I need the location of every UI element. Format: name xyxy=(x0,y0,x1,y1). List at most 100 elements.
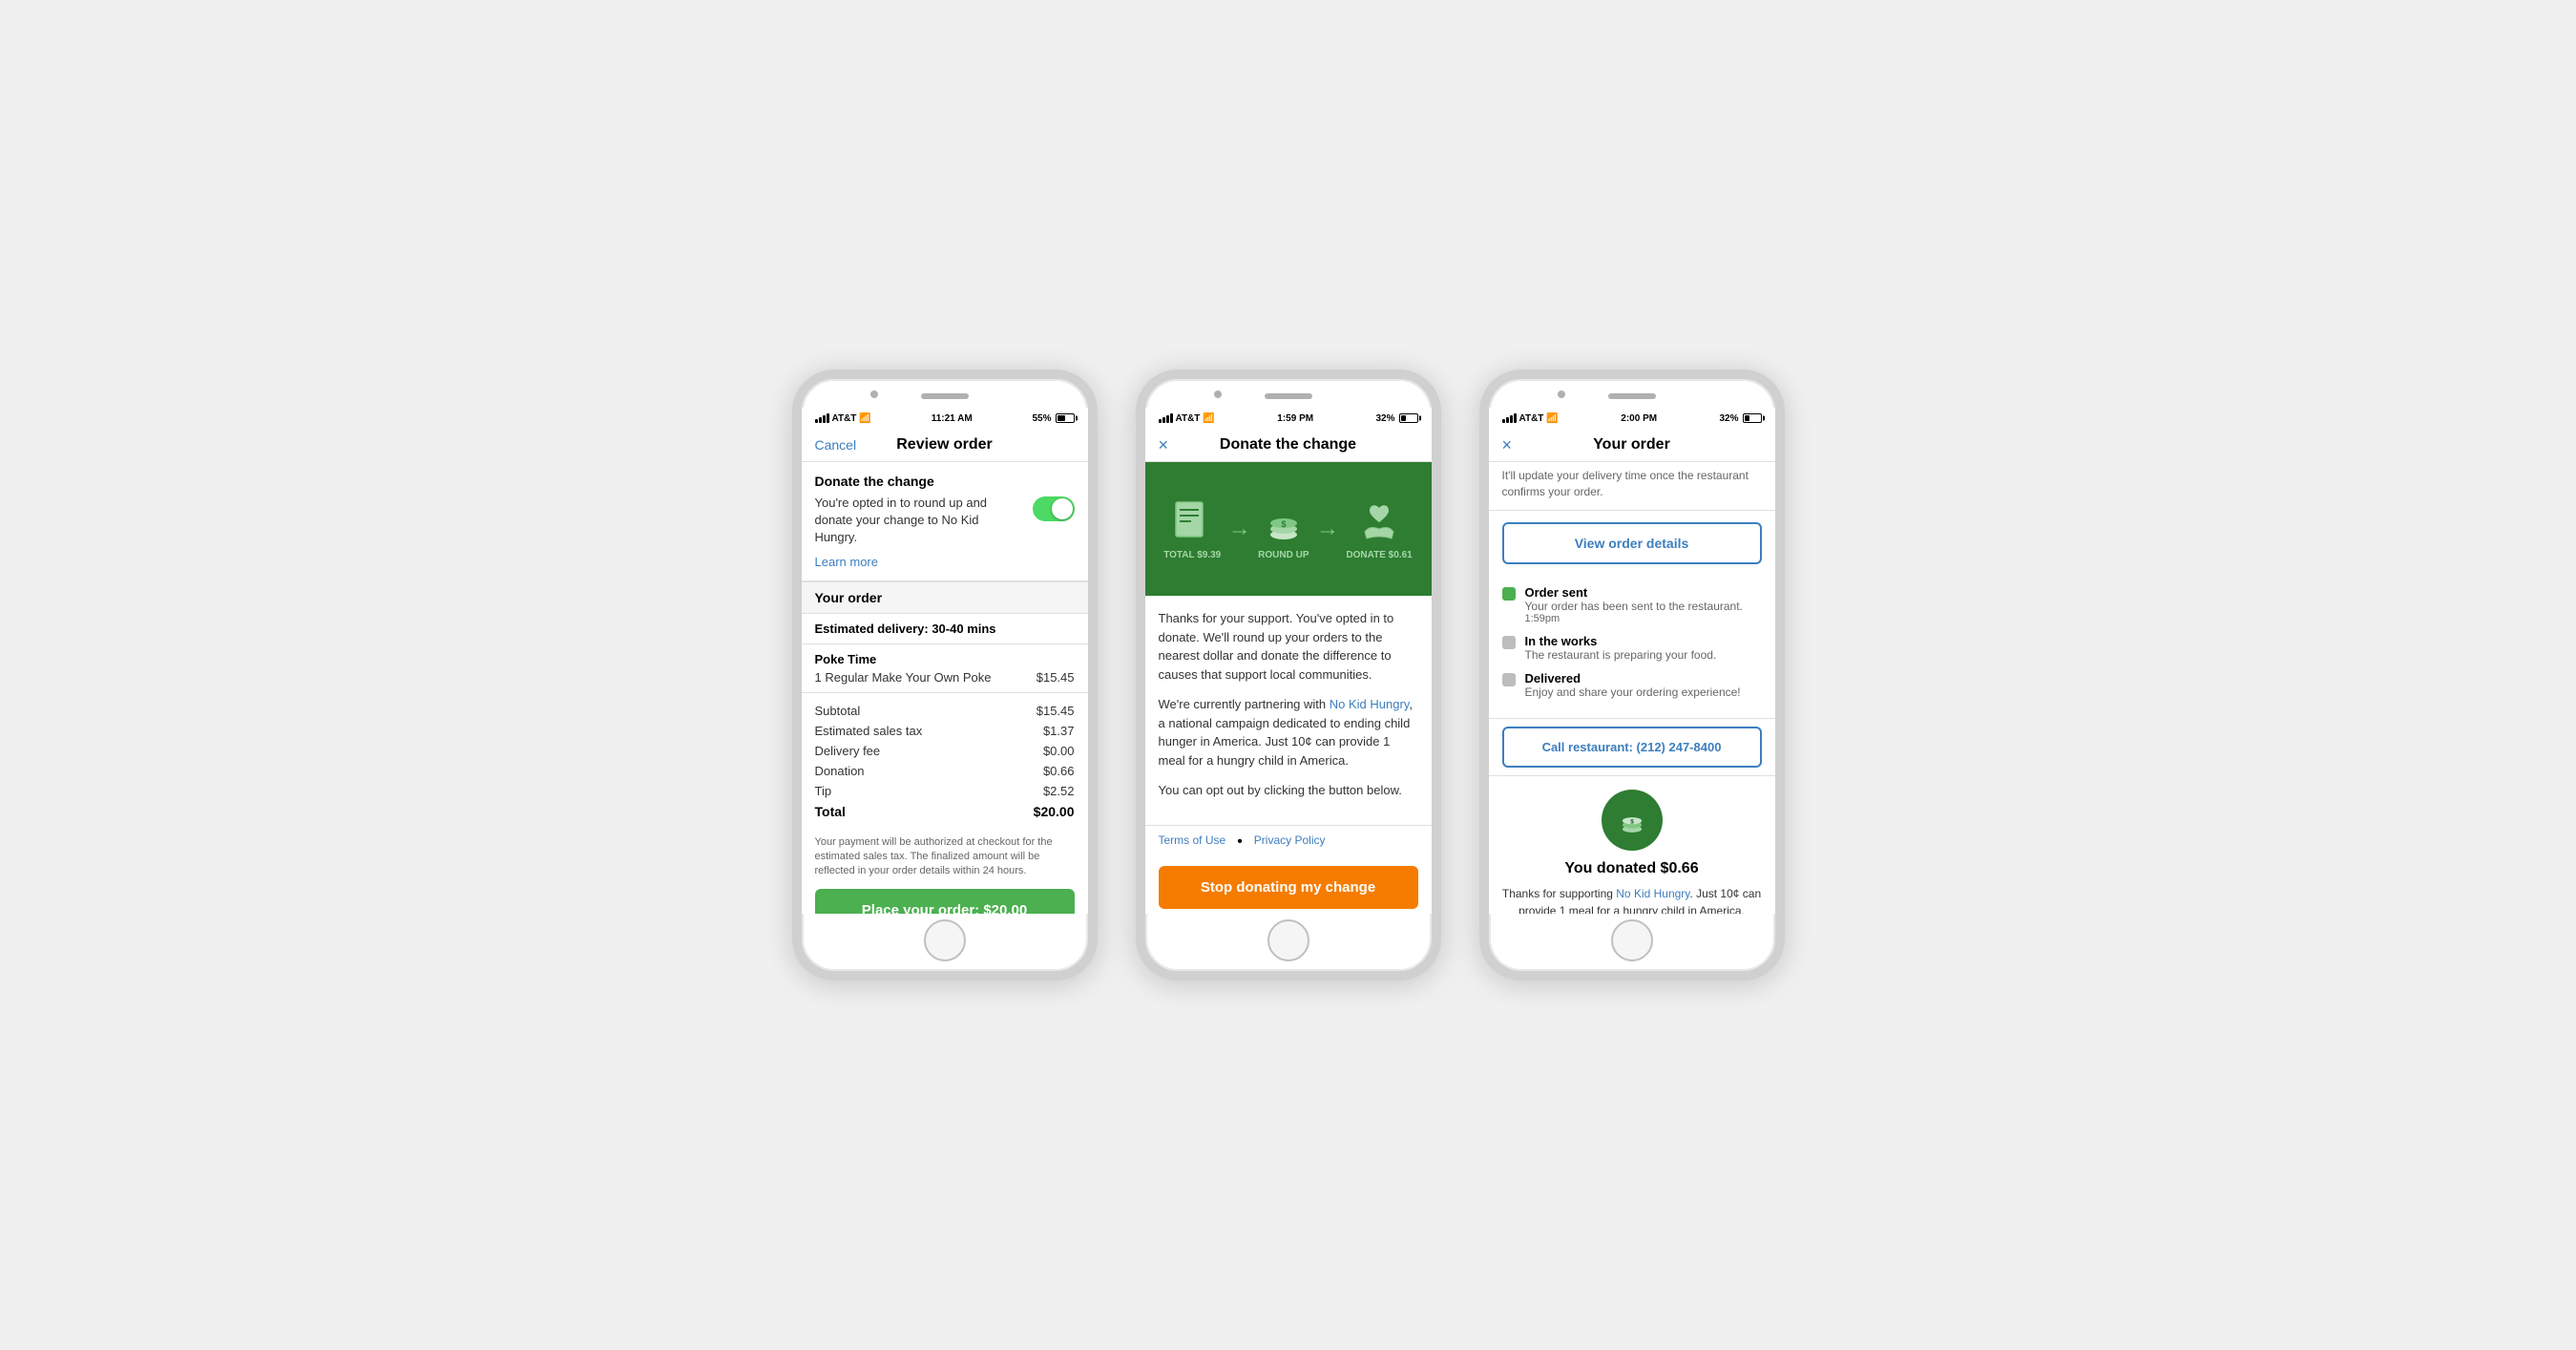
donate-change-section: Donate the change You're opted in to rou… xyxy=(802,462,1088,581)
status-section: Order sent Your order has been sent to t… xyxy=(1489,576,1775,719)
donate-change-title: Donate the change xyxy=(815,474,1075,489)
privacy-policy-link[interactable]: Privacy Policy xyxy=(1254,833,1326,851)
order-item-price: $15.45 xyxy=(1037,670,1075,685)
delivery-value: $0.00 xyxy=(1043,744,1075,758)
screen-3: × Your order It'll update your delivery … xyxy=(1489,429,1775,914)
status-dot-inactive-2 xyxy=(1502,673,1516,686)
status-item-works: In the works The restaurant is preparing… xyxy=(1502,634,1762,662)
svg-text:$: $ xyxy=(1630,818,1634,825)
total-row-tax: Estimated sales tax $1.37 xyxy=(815,721,1075,741)
coin-icon-large: $ xyxy=(1602,790,1663,851)
arrow-icon-1: → xyxy=(1228,516,1251,542)
signal-bars-1 xyxy=(815,413,829,423)
donate-para-3: You can opt out by clicking the button b… xyxy=(1159,781,1418,800)
donation-section: $ You donated $0.66 Thanks for supportin… xyxy=(1489,775,1775,914)
subtotal-label: Subtotal xyxy=(815,704,861,718)
order-sent-desc: Your order has been sent to the restaura… xyxy=(1525,600,1743,613)
battery-pct-2: 32% xyxy=(1375,413,1394,424)
status-info-works: In the works The restaurant is preparing… xyxy=(1525,634,1717,662)
grand-total-label: Total xyxy=(815,804,846,819)
grand-total-value: $20.00 xyxy=(1034,804,1075,819)
phone-top-3 xyxy=(1489,379,1775,410)
total-row-tip: Tip $2.52 xyxy=(815,781,1075,801)
battery-icon-3 xyxy=(1743,413,1762,423)
time-3: 2:00 PM xyxy=(1621,413,1657,424)
phone-camera-3 xyxy=(1558,390,1565,398)
nav-title-2: Donate the change xyxy=(1220,436,1356,454)
status-info-delivered: Delivered Enjoy and share your ordering … xyxy=(1525,671,1741,699)
delivered-title: Delivered xyxy=(1525,671,1741,686)
wifi-icon-1: 📶 xyxy=(859,413,870,424)
cancel-button[interactable]: Cancel xyxy=(815,437,857,453)
phone-speaker-3 xyxy=(1608,393,1656,399)
close-button-2[interactable]: × xyxy=(1159,435,1169,455)
donate-toggle[interactable] xyxy=(1033,496,1075,521)
status-dot-container-3 xyxy=(1502,671,1516,699)
terms-of-use-link[interactable]: Terms of Use xyxy=(1159,833,1226,851)
status-right-3: 32% xyxy=(1719,413,1761,424)
screen-1: Cancel Review order Donate the change Yo… xyxy=(802,429,1088,914)
donate-change-desc: You're opted in to round up and donate y… xyxy=(815,495,1033,547)
nav-bar-1: Cancel Review order xyxy=(802,429,1088,462)
signal-bars-3 xyxy=(1502,413,1517,423)
phone-home-2[interactable] xyxy=(1267,919,1309,961)
total-icon: TOTAL $9.39 xyxy=(1163,498,1221,560)
no-kid-hungry-link-3[interactable]: No Kid Hungry xyxy=(1616,887,1689,900)
tax-label: Estimated sales tax xyxy=(815,724,923,738)
coins-icon: $ xyxy=(1260,498,1308,546)
status-info-sent: Order sent Your order has been sent to t… xyxy=(1525,585,1743,624)
battery-pct-1: 55% xyxy=(1032,413,1051,424)
phone-top-1 xyxy=(802,379,1088,410)
totals-section: Subtotal $15.45 Estimated sales tax $1.3… xyxy=(802,693,1088,830)
roundup-label: ROUND UP xyxy=(1258,550,1309,560)
delivery-label: Delivery fee xyxy=(815,744,881,758)
payment-note: Your payment will be authorized at check… xyxy=(802,830,1088,889)
phone-home-3[interactable] xyxy=(1611,919,1653,961)
order-sent-time: 1:59pm xyxy=(1525,613,1743,624)
stop-donating-button[interactable]: Stop donating my change xyxy=(1159,866,1418,909)
wifi-icon-3: 📶 xyxy=(1546,413,1558,424)
content-3: It'll update your delivery time once the… xyxy=(1489,462,1775,914)
status-bar-3: AT&T 📶 2:00 PM 32% xyxy=(1489,408,1775,429)
donation-value: $0.66 xyxy=(1043,764,1075,778)
phone-home-1[interactable] xyxy=(924,919,966,961)
phone-3: AT&T 📶 2:00 PM 32% × Your order It'll up… xyxy=(1479,369,1785,981)
delivered-desc: Enjoy and share your ordering experience… xyxy=(1525,686,1741,699)
time-2: 1:59 PM xyxy=(1277,413,1313,424)
phone-speaker-1 xyxy=(921,393,969,399)
close-button-3[interactable]: × xyxy=(1502,435,1513,455)
time-1: 11:21 AM xyxy=(932,413,973,424)
total-row-donation: Donation $0.66 xyxy=(815,761,1075,781)
no-kid-hungry-link[interactable]: No Kid Hungry xyxy=(1330,697,1410,711)
donated-amount: You donated $0.66 xyxy=(1564,860,1698,877)
receipt-icon xyxy=(1168,498,1216,546)
order-item-row: 1 Regular Make Your Own Poke $15.45 xyxy=(802,668,1088,693)
status-right-1: 55% xyxy=(1032,413,1074,424)
screen-2: × Donate the change TOTAL $9.39 → xyxy=(1145,429,1432,914)
terms-row: Terms of Use • Privacy Policy xyxy=(1145,825,1432,858)
phone-1: AT&T 📶 11:21 AM 55% Cancel Review order … xyxy=(792,369,1098,981)
bullet-separator: • xyxy=(1237,833,1243,851)
subtotal-value: $15.45 xyxy=(1037,704,1075,718)
toggle-row: You're opted in to round up and donate y… xyxy=(815,495,1075,547)
toggle-knob xyxy=(1052,498,1073,519)
total-row-delivery: Delivery fee $0.00 xyxy=(815,741,1075,761)
place-order-button[interactable]: Place your order: $20.00 xyxy=(815,889,1075,914)
in-works-desc: The restaurant is preparing your food. xyxy=(1525,648,1717,662)
nav-bar-3: × Your order xyxy=(1489,429,1775,462)
view-order-button[interactable]: View order details xyxy=(1502,522,1762,564)
learn-more-link[interactable]: Learn more xyxy=(815,555,1075,569)
para2-start: We're currently partnering with xyxy=(1159,697,1330,711)
wifi-icon-2: 📶 xyxy=(1203,413,1214,424)
phone-top-2 xyxy=(1145,379,1432,410)
roundup-icon: $ ROUND UP xyxy=(1258,498,1309,560)
donate-banner: TOTAL $9.39 → $ ROUND UP → xyxy=(1145,462,1432,596)
donate-hand-icon: DONATE $0.61 xyxy=(1346,498,1412,560)
order-note: It'll update your delivery time once the… xyxy=(1489,462,1775,511)
status-dot-inactive-1 xyxy=(1502,636,1516,649)
call-restaurant-button[interactable]: Call restaurant: (212) 247-8400 xyxy=(1502,727,1762,768)
phone-speaker-2 xyxy=(1265,393,1312,399)
order-item-name: 1 Regular Make Your Own Poke xyxy=(815,670,992,685)
phone-camera-1 xyxy=(870,390,878,398)
status-dot-container-1 xyxy=(1502,585,1516,624)
